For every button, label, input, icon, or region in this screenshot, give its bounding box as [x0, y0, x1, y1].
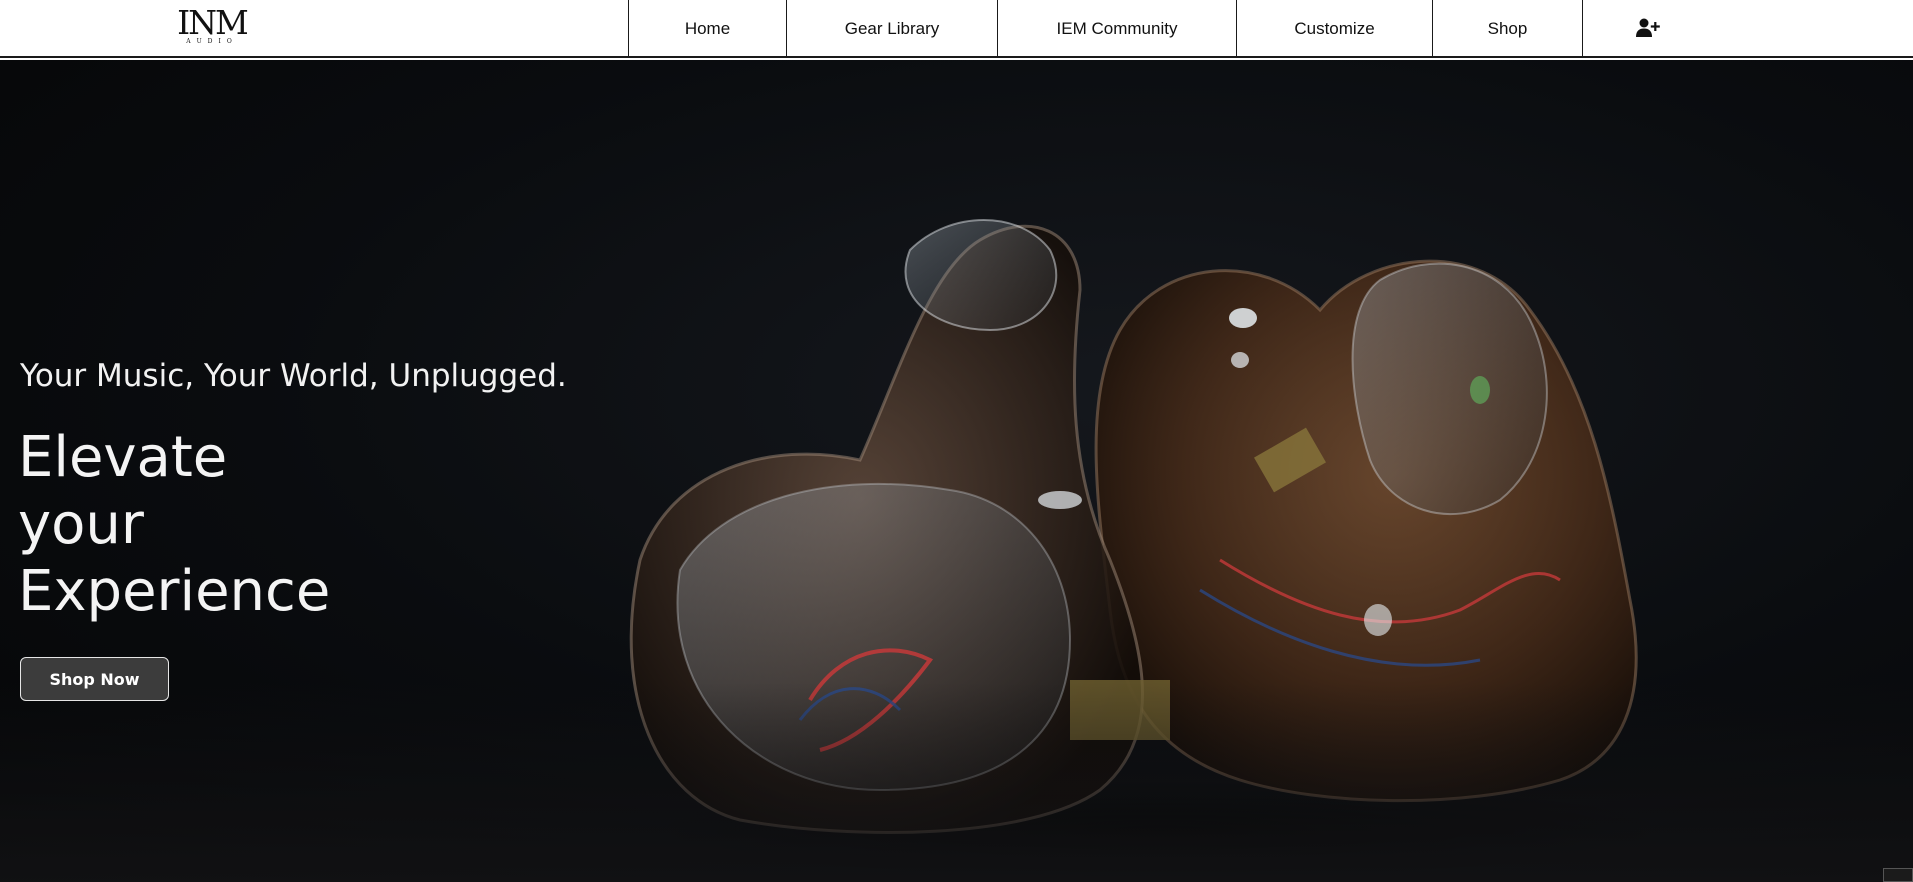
nav-item-label: Home: [684, 19, 731, 38]
brand-logo[interactable]: INM AUDIO: [176, 3, 249, 46]
hero-tagline: Your Music, Your World, Unplugged.: [20, 358, 567, 394]
nav-item-gear-library[interactable]: Gear Library: [786, 0, 997, 58]
shop-now-button[interactable]: Shop Now: [20, 657, 169, 701]
corner-widget[interactable]: [1883, 868, 1913, 882]
headline-line: Elevate: [18, 425, 228, 490]
nav-item-label: IEM Community: [1056, 19, 1178, 38]
headline-line: your: [18, 492, 144, 557]
user-plus-icon[interactable]: [1636, 17, 1660, 39]
nav-item-label: Gear Library: [844, 19, 940, 38]
hero-headline: Elevate your Experience: [18, 424, 330, 625]
nav-item-customize[interactable]: Customize: [1236, 0, 1432, 58]
logo-subtext: AUDIO: [186, 38, 238, 45]
nav-item-label: Shop: [1487, 19, 1528, 38]
headline-line: Experience: [18, 559, 331, 624]
logo-wordmark: INM: [177, 3, 249, 42]
nav-divider: [1582, 0, 1583, 58]
nav-item-home[interactable]: Home: [628, 0, 786, 58]
top-navigation-bar: INM AUDIO Home Gear Library IEM Communit…: [0, 0, 1913, 58]
nav-item-label: Customize: [1294, 19, 1375, 38]
hero-floor-gradient: [0, 682, 1913, 882]
nav-item-shop[interactable]: Shop: [1432, 0, 1582, 58]
nav-item-iem-community[interactable]: IEM Community: [997, 0, 1236, 58]
hero-section: Your Music, Your World, Unplugged. Eleva…: [0, 60, 1913, 882]
